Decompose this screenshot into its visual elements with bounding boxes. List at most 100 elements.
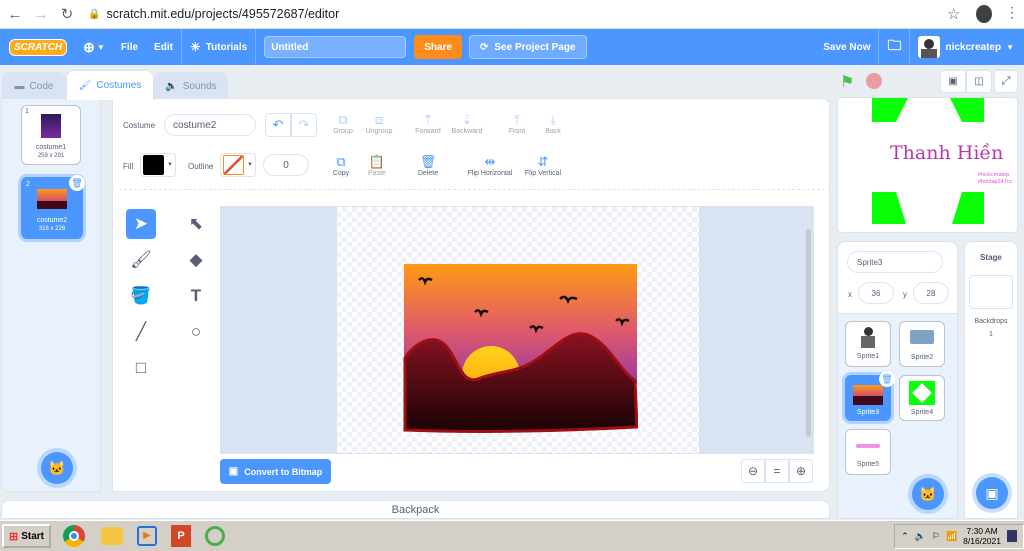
small-stage-button[interactable]: ▣: [940, 70, 966, 93]
stage-tag: #nickcreatep: [978, 172, 1010, 178]
choose-sprite-button[interactable]: 🐱: [912, 478, 944, 510]
reshape-tool[interactable]: ⬉: [181, 209, 211, 239]
sprite-tile-selected[interactable]: 🗑 Sprite3: [845, 371, 895, 421]
clock[interactable]: 7:30 AM 8/16/2021: [963, 526, 1001, 546]
convert-to-bitmap-button[interactable]: ▣ Convert to Bitmap: [220, 459, 331, 484]
backpack-label: Backpack: [391, 504, 440, 516]
x-position-input[interactable]: [858, 282, 894, 304]
more-icon[interactable]: ⋮: [1005, 4, 1019, 21]
delete-sprite-icon[interactable]: 🗑: [879, 371, 895, 387]
reload-icon[interactable]: ↻: [56, 3, 78, 25]
fullscreen-button[interactable]: ⤢: [994, 70, 1018, 93]
file-explorer-icon[interactable]: [101, 527, 124, 545]
show-desktop-icon[interactable]: [1007, 530, 1017, 542]
speaker-icon: 🔈: [165, 80, 178, 92]
file-menu[interactable]: File: [113, 29, 146, 65]
see-project-page-button[interactable]: ⟳ See Project Page: [468, 35, 587, 59]
flip-horizontal-button[interactable]: ⇹ Flip Horizontal: [462, 154, 518, 177]
back-button[interactable]: ⤓ Back: [532, 112, 574, 135]
undo-button[interactable]: ↶: [265, 113, 291, 137]
circle-tool[interactable]: ○: [181, 317, 211, 347]
sprite-tile[interactable]: Sprite1: [845, 321, 891, 367]
y-position-input[interactable]: [913, 282, 949, 304]
tutorials-button[interactable]: ☀ Tutorials: [182, 29, 255, 65]
paint-canvas[interactable]: [220, 206, 814, 454]
network-icon[interactable]: 📶: [946, 531, 957, 542]
stage-selector-title: Stage: [980, 253, 1002, 262]
address-bar[interactable]: 🔒 scratch.mit.edu/projects/495572687/edi…: [88, 7, 339, 21]
zoom-in-button[interactable]: ⊕: [789, 459, 813, 483]
costume-name-input[interactable]: [164, 114, 256, 136]
save-now-button[interactable]: Save Now: [815, 29, 878, 65]
paste-button[interactable]: 📋 Paste: [356, 154, 398, 177]
tab-costumes[interactable]: 🖌 Costumes: [66, 70, 154, 100]
scratch-logo[interactable]: SCRATCH: [9, 38, 68, 56]
scratch-menubar: SCRATCH ⊕▼ File Edit ☀Tutorials Share ⟳S…: [0, 29, 1024, 65]
choose-costume-button[interactable]: 🐱: [41, 452, 73, 484]
sprite-tile[interactable]: Sprite5: [845, 429, 891, 475]
eraser-tool[interactable]: ◆: [181, 245, 211, 275]
chevron-down-icon: ▼: [96, 42, 105, 52]
username: nickcreatep: [945, 41, 1002, 53]
sprite-name: Sprite3: [856, 409, 880, 416]
sprite-tile[interactable]: Sprite2: [899, 321, 945, 367]
chevron-up-icon[interactable]: ⌃: [901, 531, 909, 542]
chrome-icon[interactable]: [63, 525, 86, 547]
large-stage-button[interactable]: ◫: [966, 70, 992, 93]
flip-vertical-button[interactable]: ⇵ Flip Vertical: [515, 154, 571, 177]
paste-label: Paste: [368, 170, 386, 177]
account-icon[interactable]: [976, 5, 992, 23]
green-flag-icon[interactable]: ⚑: [840, 72, 858, 91]
tab-code[interactable]: ▬ Code: [2, 72, 66, 99]
edit-menu[interactable]: Edit: [146, 29, 181, 65]
divider: [255, 29, 257, 65]
zoom-reset-button[interactable]: =: [765, 459, 789, 483]
back-icon[interactable]: ←: [4, 3, 26, 25]
select-tool[interactable]: ➤: [126, 209, 156, 239]
my-stuff-folder-icon[interactable]: 🗀: [879, 29, 909, 65]
rectangle-tool[interactable]: □: [126, 353, 156, 383]
app-icon[interactable]: [205, 526, 226, 546]
delete-costume-icon[interactable]: 🗑: [69, 175, 85, 191]
line-tool[interactable]: ╱: [126, 317, 156, 347]
redo-button[interactable]: ↷: [291, 113, 317, 137]
sprite-name: Sprite2: [910, 354, 934, 361]
zoom-out-button[interactable]: ⊖: [741, 459, 765, 483]
backpack[interactable]: Backpack: [1, 500, 830, 519]
sprite-name-input[interactable]: [847, 251, 943, 273]
powerpoint-icon[interactable]: P: [171, 525, 192, 547]
brush-tool[interactable]: 🖌: [126, 245, 156, 275]
choose-backdrop-button[interactable]: ▣: [976, 477, 1008, 509]
outline-color-picker[interactable]: ▼: [220, 153, 256, 177]
text-tool[interactable]: T: [181, 281, 211, 311]
outline-width-input[interactable]: [263, 154, 309, 176]
stop-icon[interactable]: [866, 73, 882, 89]
chevron-down-icon: ▼: [1006, 42, 1014, 52]
canvas-scrollbar-vertical[interactable]: [806, 229, 811, 437]
fill-tool[interactable]: 🪣: [126, 281, 156, 311]
sprite-thumbnail: [853, 385, 883, 405]
project-title-input[interactable]: [264, 36, 407, 58]
share-button[interactable]: Share: [414, 35, 462, 59]
forward-button[interactable]: ⇡ Forward: [407, 112, 449, 135]
forward-icon[interactable]: →: [30, 3, 52, 25]
globe-icon: ⊕: [83, 38, 95, 55]
convert-label: Convert to Bitmap: [244, 466, 323, 477]
costume-tile[interactable]: 1 costume1 259 x 291: [21, 105, 81, 165]
star-icon[interactable]: ☆: [947, 5, 960, 23]
fill-color-picker[interactable]: ▼: [140, 153, 176, 177]
account-menu[interactable]: nickcreatep ▼: [910, 29, 1024, 65]
backward-button[interactable]: ⇣ Backward: [446, 112, 488, 135]
sprite-tile[interactable]: Sprite4: [899, 375, 945, 421]
stage-selector[interactable]: Stage Backdrops 1 ▣: [964, 241, 1018, 519]
start-button[interactable]: ⊞ Start: [2, 524, 52, 548]
ungroup-button[interactable]: ⧈ Ungroup: [358, 112, 400, 135]
stage-canvas[interactable]: Thanh Hiền #nickcreatep #hoidap247cc: [837, 97, 1018, 233]
language-menu[interactable]: ⊕ ▼: [75, 29, 113, 65]
flag-icon[interactable]: ⚐: [932, 531, 940, 542]
media-player-icon[interactable]: ▶: [137, 526, 158, 546]
volume-icon[interactable]: 🔈: [915, 531, 926, 542]
tab-sounds[interactable]: 🔈 Sounds: [154, 72, 228, 99]
costume-tile-selected[interactable]: 2 🗑 costume2 316 x 226: [21, 175, 85, 239]
delete-button[interactable]: 🗑 Delete: [407, 154, 449, 177]
